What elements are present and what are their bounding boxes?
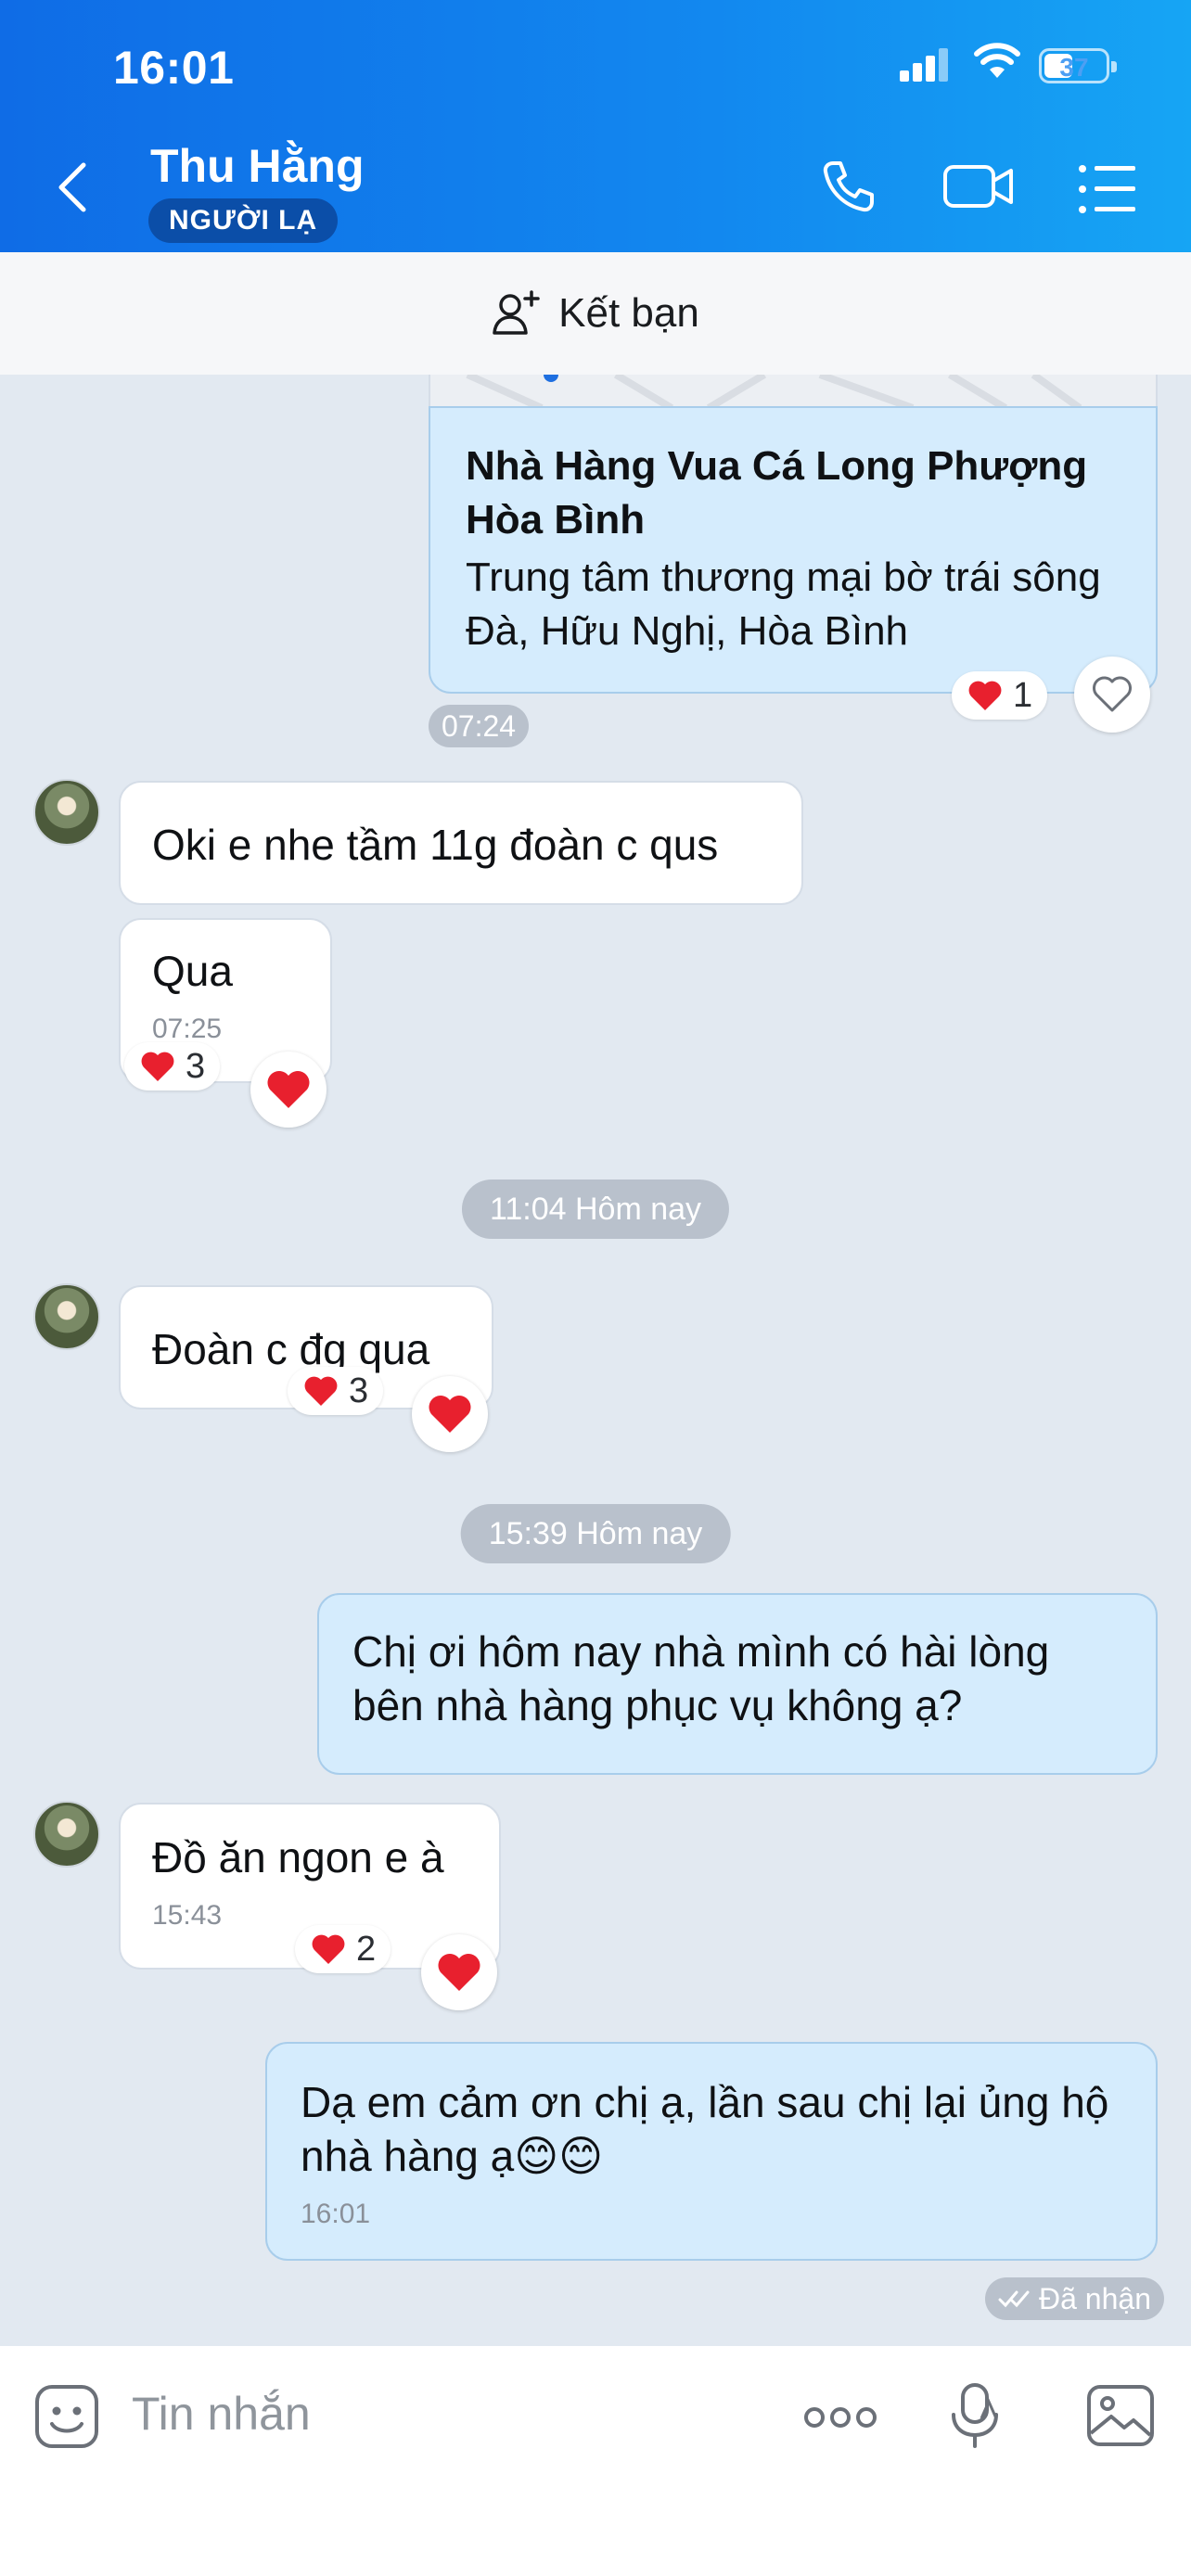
heart-icon	[968, 681, 1002, 710]
delivery-status-text: Đã nhận	[1039, 2282, 1151, 2315]
chat-header: 16:01 37 Thu Hằng NGƯỜI LẠ	[0, 0, 1191, 252]
heart-icon	[312, 1934, 345, 1964]
status-time: 16:01	[113, 42, 235, 94]
reaction-count: 3	[349, 1371, 369, 1410]
message-time: 07:24	[429, 705, 530, 747]
more-options-icon[interactable]	[803, 2404, 877, 2431]
message-bubble[interactable]: Chị ơi hôm nay nhà mình có hài lòng bên …	[317, 1593, 1158, 1775]
stranger-badge: NGƯỜI LẠ	[148, 198, 339, 243]
add-friend-label: Kết bạn	[558, 290, 699, 336]
reaction-summary[interactable]: 1	[952, 671, 1048, 720]
battery-level: 37	[1059, 53, 1089, 82]
heart-icon	[141, 1052, 174, 1081]
map-preview[interactable]	[429, 375, 1158, 408]
reaction-count: 2	[356, 1929, 377, 1969]
react-heart-button[interactable]	[1074, 657, 1150, 733]
add-friend-button[interactable]: Kết bạn	[0, 252, 1191, 375]
heart-icon	[267, 1071, 310, 1108]
avatar[interactable]	[33, 1283, 100, 1350]
message-time: 07:25	[152, 1014, 223, 1044]
add-friend-icon	[493, 290, 540, 335]
wifi-icon	[974, 43, 1020, 78]
reaction-count: 3	[186, 1046, 206, 1086]
image-picker-icon[interactable]	[1085, 2383, 1156, 2448]
message-composer: Tin nhắn	[0, 2346, 1191, 2576]
reaction-summary[interactable]: 3	[288, 1367, 384, 1415]
message-bubble[interactable]: Oki e nhe tầm 11g đoàn c qus	[119, 781, 803, 905]
location-card[interactable]: Nhà Hàng Vua Cá Long Phượng Hòa Bình Tru…	[429, 406, 1158, 694]
message-text: Đồ ăn ngon e à	[152, 1833, 444, 1881]
reaction-summary[interactable]: 2	[295, 1925, 391, 1973]
video-call-icon[interactable]	[942, 158, 1015, 215]
message-input[interactable]: Tin nhắn	[132, 2387, 311, 2441]
signal-icon	[900, 48, 950, 82]
delivery-status: Đã nhận	[985, 2277, 1164, 2320]
date-divider: 11:04 Hôm nay	[461, 1180, 730, 1239]
battery-icon: 37	[1039, 48, 1117, 83]
react-heart-button[interactable]	[421, 1934, 497, 2010]
phone-call-icon[interactable]	[820, 158, 877, 215]
menu-list-icon[interactable]	[1078, 163, 1137, 215]
location-address: Trung tâm thương mại bờ trái sông Đà, Hữ…	[466, 555, 1101, 654]
reaction-count: 1	[1013, 675, 1033, 715]
heart-icon	[429, 1396, 471, 1433]
react-heart-button[interactable]	[250, 1052, 327, 1128]
sticker-icon[interactable]	[33, 2383, 100, 2450]
message-text: Chị ơi hôm nay nhà mình có hài lòng bên …	[352, 1627, 1050, 1729]
voice-input-icon[interactable]	[948, 2381, 1002, 2450]
back-icon[interactable]	[54, 159, 91, 215]
heart-icon	[304, 1376, 338, 1406]
avatar[interactable]	[33, 779, 100, 846]
reaction-summary[interactable]: 3	[124, 1042, 221, 1090]
message-bubble[interactable]: Dạ em cảm ơn chị ạ, lần sau chị lại ủng …	[265, 2042, 1158, 2261]
contact-name[interactable]: Thu Hằng	[150, 139, 365, 193]
message-text: Qua	[152, 947, 233, 995]
react-heart-button[interactable]	[412, 1376, 488, 1452]
heart-outline-icon	[1093, 676, 1132, 712]
avatar[interactable]	[33, 1801, 100, 1868]
location-name: Nhà Hàng Vua Cá Long Phượng Hòa Bình	[466, 443, 1088, 542]
heart-icon	[438, 1954, 480, 1991]
chat-area[interactable]: Nhà Hàng Vua Cá Long Phượng Hòa Bình Tru…	[0, 375, 1191, 2346]
double-check-icon	[998, 2290, 1030, 2308]
message-text: Dạ em cảm ơn chị ạ, lần sau chị lại ủng …	[301, 2078, 1109, 2180]
message-time: 16:01	[301, 2199, 371, 2229]
message-text: Oki e nhe tầm 11g đoàn c qus	[152, 821, 719, 869]
date-divider: 15:39 Hôm nay	[460, 1504, 731, 1563]
